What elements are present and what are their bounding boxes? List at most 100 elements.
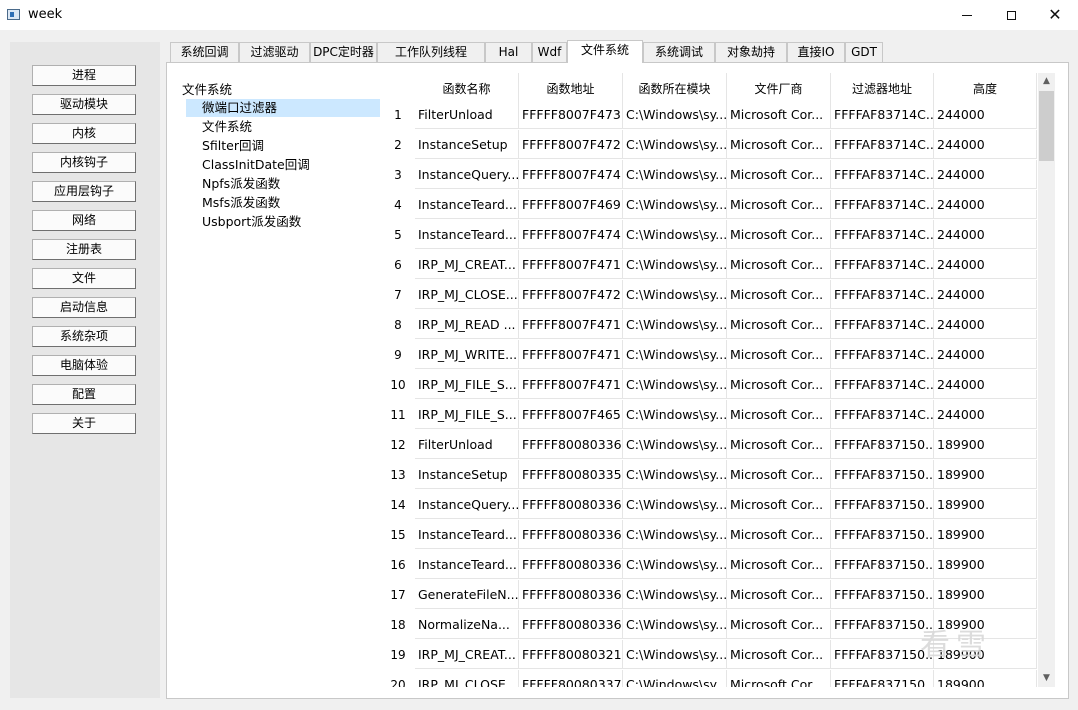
table-cell[interactable]: C:\Windows\sy... [623, 130, 727, 159]
table-cell[interactable]: GenerateFileN... [415, 580, 519, 609]
table-cell[interactable]: InstanceSetup [415, 130, 519, 159]
table-cell[interactable]: C:\Windows\sy... [623, 250, 727, 279]
table-cell[interactable]: C:\Windows\sy... [623, 220, 727, 249]
table-cell[interactable]: FFFFAF83714C... [831, 340, 934, 369]
table-cell[interactable]: Microsoft Cor... [727, 370, 831, 399]
table-cell[interactable]: Microsoft Cor... [727, 310, 831, 339]
table-cell[interactable]: 244000 [934, 280, 1037, 309]
table-cell[interactable]: Microsoft Cor... [727, 100, 831, 129]
tree-item[interactable]: 微端口过滤器 [186, 99, 380, 117]
table-cell[interactable]: Microsoft Cor... [727, 130, 831, 159]
table-cell[interactable]: 189900 [934, 460, 1037, 489]
table-cell[interactable]: 189900 [934, 580, 1037, 609]
table-cell[interactable]: FFFFAF837150... [831, 670, 934, 687]
table-cell[interactable]: FFFFF80080336... [519, 430, 623, 459]
table-cell[interactable]: FFFFAF83714C... [831, 100, 934, 129]
close-button[interactable]: ✕ [1032, 0, 1078, 30]
tree-item[interactable]: Usbport派发函数 [186, 213, 380, 231]
sidebar-button[interactable]: 系统杂项 [32, 326, 136, 347]
table-cell[interactable]: FFFFAF83714C... [831, 130, 934, 159]
scroll-thumb[interactable] [1039, 91, 1054, 161]
vertical-scrollbar[interactable]: ▲ ▼ [1038, 73, 1055, 687]
table-cell[interactable]: Microsoft Cor... [727, 340, 831, 369]
sidebar-button[interactable]: 进程 [32, 65, 136, 86]
table-cell[interactable]: C:\Windows\sy... [623, 670, 727, 687]
sidebar-button[interactable]: 注册表 [32, 239, 136, 260]
table-cell[interactable]: InstanceTeard... [415, 520, 519, 549]
table-cell[interactable]: FFFFAF837150... [831, 640, 934, 669]
table-cell[interactable]: Microsoft Cor... [727, 220, 831, 249]
table-cell[interactable]: C:\Windows\sy... [623, 460, 727, 489]
table-cell[interactable]: Microsoft Cor... [727, 550, 831, 579]
table-cell[interactable]: IRP_MJ_CLOSE... [415, 280, 519, 309]
table-cell[interactable]: 189900 [934, 520, 1037, 549]
table-cell[interactable]: Microsoft Cor... [727, 430, 831, 459]
scroll-up-arrow-icon[interactable]: ▲ [1038, 73, 1055, 90]
table-cell[interactable]: FFFFAF83714C... [831, 220, 934, 249]
sidebar-button[interactable]: 电脑体验 [32, 355, 136, 376]
tab[interactable]: GDT [845, 42, 883, 62]
sidebar-button[interactable]: 网络 [32, 210, 136, 231]
table-cell[interactable]: FFFFAF83714C... [831, 310, 934, 339]
table-cell[interactable]: FFFFAF837150... [831, 610, 934, 639]
table-cell[interactable]: 244000 [934, 190, 1037, 219]
table-cell[interactable]: FFFFAF83714C... [831, 190, 934, 219]
table-cell[interactable]: FFFFF80080336... [519, 490, 623, 519]
minimize-button[interactable] [944, 0, 990, 30]
table-cell[interactable]: FFFFF8007F471... [519, 250, 623, 279]
maximize-button[interactable] [988, 0, 1034, 30]
table-cell[interactable]: FFFFF8007F471... [519, 340, 623, 369]
table-cell[interactable]: FFFFAF837150... [831, 490, 934, 519]
table-cell[interactable]: 244000 [934, 130, 1037, 159]
sidebar-button[interactable]: 关于 [32, 413, 136, 434]
table-cell[interactable]: FilterUnload [415, 100, 519, 129]
tab[interactable]: 对象劫持 [715, 42, 787, 62]
table-cell[interactable]: C:\Windows\sy... [623, 160, 727, 189]
table-cell[interactable]: IRP_MJ_READ ... [415, 310, 519, 339]
table-cell[interactable]: C:\Windows\sy... [623, 490, 727, 519]
table-cell[interactable]: FFFFF8007F465... [519, 400, 623, 429]
table-cell[interactable]: FFFFF8007F469... [519, 190, 623, 219]
tab[interactable]: 直接IO [787, 42, 845, 62]
table-cell[interactable]: FFFFF8007F472... [519, 130, 623, 159]
column-header[interactable]: 函数地址 [519, 73, 623, 103]
scroll-down-arrow-icon[interactable]: ▼ [1038, 670, 1055, 687]
table-cell[interactable]: NormalizeNa... [415, 610, 519, 639]
table-cell[interactable]: FFFFF80080335... [519, 460, 623, 489]
table-cell[interactable]: 244000 [934, 250, 1037, 279]
table-cell[interactable]: FFFFAF837150... [831, 430, 934, 459]
tree-item[interactable]: Npfs派发函数 [186, 175, 380, 193]
table-cell[interactable]: Microsoft Cor... [727, 610, 831, 639]
table-cell[interactable]: C:\Windows\sy... [623, 370, 727, 399]
table-cell[interactable]: FFFFF80080321... [519, 640, 623, 669]
column-header[interactable]: 高度 [934, 73, 1037, 103]
tree-item[interactable]: Sfilter回调 [186, 137, 380, 155]
tree-item[interactable]: Msfs派发函数 [186, 194, 380, 212]
tab[interactable]: 工作队列线程 [377, 42, 485, 62]
table-cell[interactable]: IRP_MJ_FILE_S... [415, 370, 519, 399]
table-cell[interactable]: IRP_MJ_CREAT... [415, 250, 519, 279]
sidebar-button[interactable]: 文件 [32, 268, 136, 289]
table-cell[interactable]: FFFFF80080336... [519, 550, 623, 579]
table-cell[interactable]: FFFFAF83714C... [831, 280, 934, 309]
table-cell[interactable]: InstanceTeard... [415, 190, 519, 219]
table-cell[interactable]: 189900 [934, 430, 1037, 459]
column-header[interactable]: 过滤器地址 [831, 73, 934, 103]
table-cell[interactable]: Microsoft Cor... [727, 160, 831, 189]
table-cell[interactable]: C:\Windows\sy... [623, 550, 727, 579]
table-cell[interactable]: FFFFAF837150... [831, 580, 934, 609]
table-cell[interactable]: FFFFAF83714C... [831, 370, 934, 399]
table-cell[interactable]: FFFFAF83714C... [831, 250, 934, 279]
sidebar-button[interactable]: 内核钩子 [32, 152, 136, 173]
table-cell[interactable]: 244000 [934, 340, 1037, 369]
table-cell[interactable]: 244000 [934, 400, 1037, 429]
table-cell[interactable]: C:\Windows\sy... [623, 610, 727, 639]
table-cell[interactable]: C:\Windows\sy... [623, 280, 727, 309]
table-cell[interactable]: C:\Windows\sy... [623, 310, 727, 339]
tab[interactable]: Hal [485, 42, 532, 62]
table-cell[interactable]: InstanceQuery... [415, 160, 519, 189]
table-cell[interactable]: FFFFAF837150... [831, 460, 934, 489]
table-cell[interactable]: C:\Windows\sy... [623, 430, 727, 459]
table-cell[interactable]: Microsoft Cor... [727, 280, 831, 309]
table-cell[interactable]: Microsoft Cor... [727, 490, 831, 519]
